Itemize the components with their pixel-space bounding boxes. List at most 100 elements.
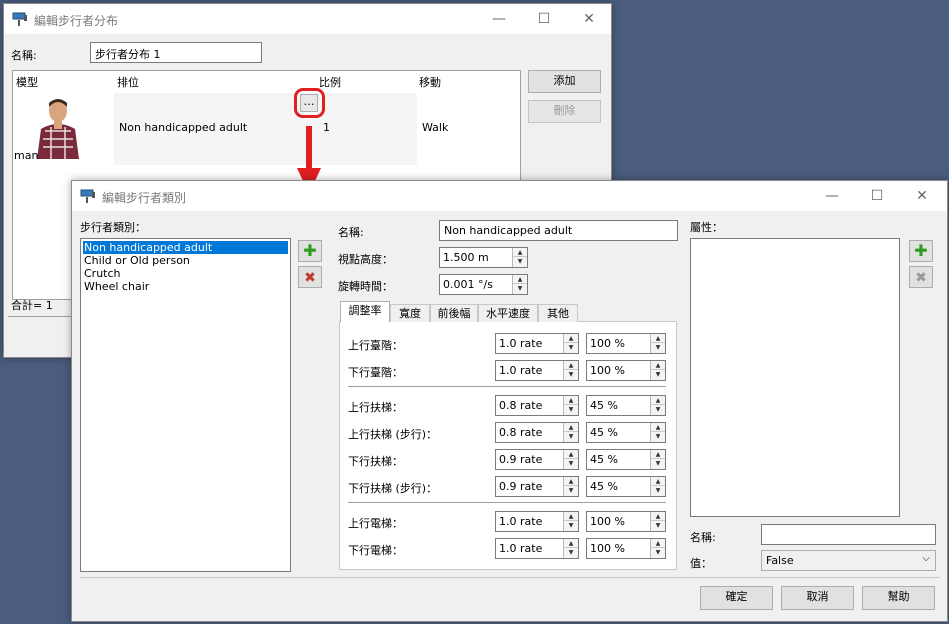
- rate-spinner[interactable]: 1.0 rate ▲ ▼: [495, 511, 579, 532]
- percent-spinner[interactable]: 100 % ▲ ▼: [586, 360, 666, 381]
- spin-up-icon[interactable]: ▲: [513, 248, 527, 257]
- spin-down-icon[interactable]: ▼: [651, 405, 665, 414]
- percent-spinner[interactable]: 45 % ▲ ▼: [586, 449, 666, 470]
- chevron-down-icon: ⌵: [922, 553, 930, 564]
- rate-spinner[interactable]: 0.8 rate ▲ ▼: [495, 422, 579, 443]
- spin-down-icon[interactable]: ▼: [651, 343, 665, 352]
- spin-up-icon[interactable]: ▲: [651, 396, 665, 405]
- rate-spinner[interactable]: 1.0 rate ▲ ▼: [495, 360, 579, 381]
- percent-spinner[interactable]: 45 % ▲ ▼: [586, 476, 666, 497]
- spin-up-icon[interactable]: ▲: [651, 450, 665, 459]
- spin-up-icon[interactable]: ▲: [564, 396, 578, 405]
- walker-category-window: 編輯步行者類別 — ☐ ✕ 步行者類別： Non handicapped adu…: [71, 180, 948, 622]
- list-item[interactable]: Wheel chair: [83, 280, 288, 293]
- minimize-button[interactable]: —: [809, 181, 855, 211]
- category-value: Non handicapped adult: [119, 121, 248, 134]
- spin-down-icon[interactable]: ▼: [651, 432, 665, 441]
- spin-up-icon[interactable]: ▲: [513, 275, 527, 284]
- list-item[interactable]: Child or Old person: [83, 254, 288, 267]
- spin-up-icon[interactable]: ▲: [564, 477, 578, 486]
- attribute-value-select[interactable]: False ⌵: [761, 550, 936, 571]
- tab-adjust-rate[interactable]: 調整率: [340, 301, 390, 322]
- percent-spinner[interactable]: 45 % ▲ ▼: [586, 395, 666, 416]
- column-header-ratio[interactable]: 比例: [319, 74, 341, 90]
- rate-spinner[interactable]: 1.0 rate ▲ ▼: [495, 538, 579, 559]
- add-attribute-button[interactable]: ✚: [909, 240, 933, 262]
- spin-down-icon[interactable]: ▼: [564, 548, 578, 557]
- maximize-button[interactable]: ☐: [854, 181, 900, 211]
- tab-stride[interactable]: 前後幅: [430, 304, 478, 322]
- remove-category-button[interactable]: ✖: [298, 266, 322, 288]
- cancel-button[interactable]: 取消: [781, 586, 854, 610]
- percent-spinner[interactable]: 100 % ▲ ▼: [586, 333, 666, 354]
- add-category-button[interactable]: ✚: [298, 240, 322, 262]
- tab-other[interactable]: 其他: [538, 304, 578, 322]
- spin-down-icon[interactable]: ▼: [651, 548, 665, 557]
- tab-horizontal-speed[interactable]: 水平速度: [478, 304, 538, 322]
- spin-up-icon[interactable]: ▲: [651, 361, 665, 370]
- spin-up-icon[interactable]: ▲: [564, 423, 578, 432]
- paint-roller-icon: [80, 189, 95, 203]
- rate-row-label: 上行電梯：: [348, 517, 403, 530]
- spin-up-icon[interactable]: ▲: [564, 334, 578, 343]
- eye-height-spinner[interactable]: 1.500 m ▲ ▼: [439, 247, 528, 268]
- percent-spinner[interactable]: 45 % ▲ ▼: [586, 422, 666, 443]
- spin-up-icon[interactable]: ▲: [651, 539, 665, 548]
- spin-up-icon[interactable]: ▲: [564, 539, 578, 548]
- close-button[interactable]: ✕: [566, 4, 612, 34]
- rate-spinner[interactable]: 1.0 rate ▲ ▼: [495, 333, 579, 354]
- name-label: 名稱:: [11, 49, 37, 62]
- spin-down-icon[interactable]: ▼: [564, 343, 578, 352]
- list-item[interactable]: Crutch: [83, 267, 288, 280]
- attributes-label: 屬性：: [690, 221, 723, 234]
- spin-up-icon[interactable]: ▲: [651, 334, 665, 343]
- add-button[interactable]: 添加: [528, 70, 601, 93]
- minimize-button[interactable]: —: [476, 4, 522, 34]
- table-row[interactable]: man Non handicapped adult … 1 Walk: [13, 88, 520, 165]
- model-name: man: [14, 149, 39, 162]
- spin-up-icon[interactable]: ▲: [564, 450, 578, 459]
- spin-up-icon[interactable]: ▲: [651, 423, 665, 432]
- spin-up-icon[interactable]: ▲: [564, 512, 578, 521]
- rate-spinner[interactable]: 0.9 rate ▲ ▼: [495, 449, 579, 470]
- percent-spinner[interactable]: 100 % ▲ ▼: [586, 538, 666, 559]
- spin-down-icon[interactable]: ▼: [564, 370, 578, 379]
- close-button[interactable]: ✕: [899, 181, 945, 211]
- category-name-input[interactable]: Non handicapped adult: [439, 220, 678, 241]
- name-label: 名稱:: [338, 226, 364, 239]
- list-item[interactable]: Non handicapped adult: [83, 241, 288, 254]
- help-button[interactable]: 幫助: [862, 586, 935, 610]
- ok-button[interactable]: 確定: [700, 586, 773, 610]
- spin-down-icon[interactable]: ▼: [564, 486, 578, 495]
- attribute-name-input[interactable]: [761, 524, 936, 545]
- column-header-model[interactable]: 模型: [16, 74, 38, 90]
- spin-up-icon[interactable]: ▲: [564, 361, 578, 370]
- rate-value: 0.9 rate: [499, 453, 543, 466]
- spin-down-icon[interactable]: ▼: [564, 521, 578, 530]
- spin-down-icon[interactable]: ▼: [513, 284, 527, 293]
- spin-down-icon[interactable]: ▼: [513, 257, 527, 266]
- percent-spinner[interactable]: 100 % ▲ ▼: [586, 511, 666, 532]
- tab-width[interactable]: 寬度: [390, 304, 430, 322]
- column-header-category[interactable]: 排位: [117, 74, 139, 90]
- spin-down-icon[interactable]: ▼: [564, 432, 578, 441]
- delete-button[interactable]: 刪除: [528, 100, 601, 123]
- spin-down-icon[interactable]: ▼: [564, 405, 578, 414]
- rotation-time-spinner[interactable]: 0.001 °/s ▲ ▼: [439, 274, 528, 295]
- spin-down-icon[interactable]: ▼: [651, 459, 665, 468]
- column-header-move[interactable]: 移動: [419, 74, 441, 90]
- distribution-name-input[interactable]: 步行者分布 1: [90, 42, 262, 63]
- spin-down-icon[interactable]: ▼: [564, 459, 578, 468]
- spin-down-icon[interactable]: ▼: [651, 486, 665, 495]
- spin-up-icon[interactable]: ▲: [651, 477, 665, 486]
- spin-down-icon[interactable]: ▼: [651, 521, 665, 530]
- category-list[interactable]: Non handicapped adult Child or Old perso…: [80, 238, 291, 572]
- remove-attribute-button[interactable]: ✖: [909, 266, 933, 288]
- rate-spinner[interactable]: 0.8 rate ▲ ▼: [495, 395, 579, 416]
- attributes-list[interactable]: [690, 238, 900, 517]
- spin-down-icon[interactable]: ▼: [651, 370, 665, 379]
- percent-value: 45 %: [590, 399, 618, 412]
- maximize-button[interactable]: ☐: [521, 4, 567, 34]
- spin-up-icon[interactable]: ▲: [651, 512, 665, 521]
- rate-spinner[interactable]: 0.9 rate ▲ ▼: [495, 476, 579, 497]
